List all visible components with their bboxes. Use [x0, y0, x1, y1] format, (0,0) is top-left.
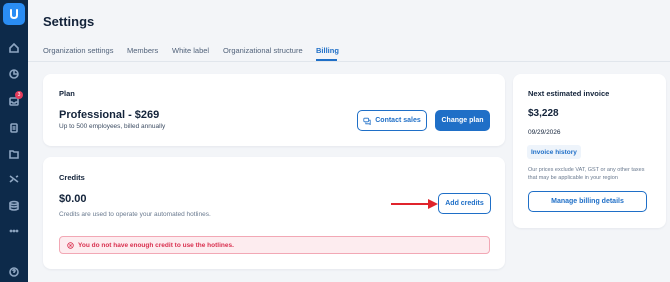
credits-description: Credits are used to operate your automat… [59, 211, 211, 218]
page-title: Settings [43, 14, 95, 29]
contact-sales-button[interactable]: Contact sales [357, 110, 427, 131]
error-icon [67, 241, 74, 249]
more-icon[interactable] [7, 224, 21, 238]
clipboard-icon[interactable] [7, 121, 21, 135]
tab-members[interactable]: Members [127, 46, 158, 55]
alert-message: You do not have enough credit to use the… [78, 241, 234, 249]
plan-description: Up to 500 employees, billed annually [59, 123, 166, 130]
invoice-card-title: Next estimated invoice [528, 89, 610, 98]
annotation-arrow-icon [391, 199, 438, 209]
tab-billing[interactable]: Billing [316, 46, 339, 55]
plan-card: Plan Professional - $269 Up to 500 emplo… [43, 74, 505, 146]
app-logo[interactable] [3, 3, 25, 25]
routing-icon[interactable] [7, 172, 21, 186]
insufficient-credit-alert: You do not have enough credit to use the… [59, 236, 490, 254]
tab-organizational-structure[interactable]: Organizational structure [223, 46, 303, 55]
credit-balance: $0.00 [59, 193, 87, 205]
database-icon[interactable] [7, 199, 21, 213]
contact-sales-label: Contact sales [375, 117, 421, 124]
chat-icon [363, 117, 371, 125]
add-credits-button[interactable]: Add credits [438, 193, 491, 214]
manage-billing-button[interactable]: Manage billing details [528, 191, 647, 212]
invoice-card: Next estimated invoice $3,228 09/29/2026… [513, 74, 666, 228]
credits-card: Credits $0.00 Credits are used to operat… [43, 157, 505, 269]
analytics-icon[interactable] [7, 67, 21, 81]
active-tab-indicator [316, 59, 337, 61]
help-icon[interactable] [7, 265, 21, 279]
home-icon[interactable] [7, 41, 21, 55]
plan-card-title: Plan [59, 89, 75, 98]
notification-badge: 3 [15, 91, 23, 99]
logo-icon [10, 9, 18, 20]
invoice-date: 09/29/2026 [528, 129, 561, 136]
tab-white-label[interactable]: White label [172, 46, 209, 55]
folder-icon[interactable] [7, 147, 21, 161]
invoice-amount: $3,228 [528, 108, 559, 119]
sidebar: 3 [0, 0, 28, 282]
tab-organization-settings[interactable]: Organization settings [43, 46, 113, 55]
change-plan-button[interactable]: Change plan [435, 110, 490, 131]
tax-note: Our prices exclude VAT, GST or any other… [528, 167, 645, 181]
invoice-history-link[interactable]: Invoice history [527, 145, 581, 159]
plan-name: Professional - $269 [59, 109, 160, 121]
tab-divider [28, 61, 670, 62]
credits-card-title: Credits [59, 173, 85, 182]
